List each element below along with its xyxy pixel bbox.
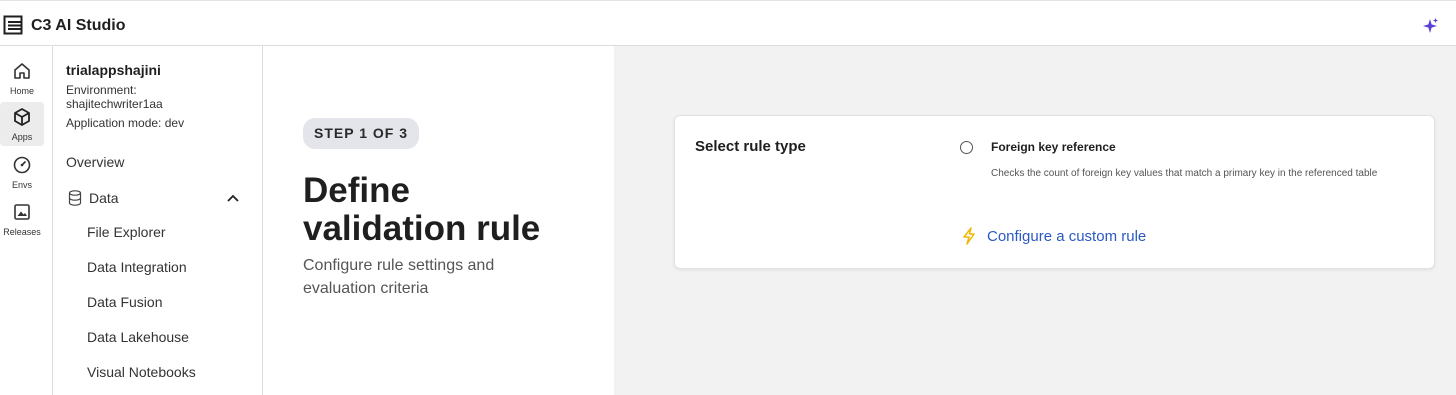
page-title: Define validation rule [303, 172, 603, 248]
configure-custom-rule-label: Configure a custom rule [987, 228, 1147, 245]
sidebar-section-data-label: Data [89, 190, 119, 206]
rail-label-apps: Apps [11, 132, 33, 142]
app-title: C3 AI Studio [31, 17, 126, 34]
icon-rail: Home Apps Envs Releases [0, 46, 53, 395]
top-bar: C3 AI Studio [0, 0, 1456, 46]
tenant-name: trialappshajini [66, 62, 161, 78]
environment-label: Environment: [66, 83, 137, 97]
app-sidebar: trialappshajini Environment: shajitechwr… [53, 46, 263, 395]
rail-item-releases[interactable]: Releases [0, 197, 44, 241]
rail-label-envs: Envs [11, 180, 32, 190]
lightning-icon [963, 227, 975, 245]
page-subtitle-line-1: Configure rule settings and [303, 257, 495, 274]
page-title-line-2: validation rule [303, 209, 541, 248]
sidebar-item-visual-notebooks[interactable]: Visual Notebooks [87, 364, 196, 380]
sidebar-item-data-integration[interactable]: Data Integration [87, 259, 187, 275]
foreign-key-radio[interactable] [960, 141, 973, 154]
foreign-key-option-title[interactable]: Foreign key reference [991, 140, 1116, 154]
application-mode: Application mode: dev [66, 116, 185, 130]
cube-icon [14, 108, 30, 126]
sparkle-icon[interactable] [1421, 17, 1439, 35]
wizard-intro: STEP 1 OF 3 Define validation rule Confi… [263, 46, 614, 395]
rail-item-apps[interactable]: Apps [0, 102, 44, 146]
sidebar-item-data-lakehouse[interactable]: Data Lakehouse [87, 329, 189, 345]
rule-type-title: Select rule type [695, 138, 806, 155]
database-icon [68, 190, 82, 206]
chevron-up-icon[interactable] [226, 192, 240, 204]
sidebar-item-file-explorer[interactable]: File Explorer [87, 224, 166, 240]
sidebar-item-overview[interactable]: Overview [66, 154, 124, 170]
sidebar-section-data[interactable]: Data [66, 189, 246, 209]
home-icon [14, 63, 30, 79]
foreign-key-option-description: Checks the count of foreign key values t… [991, 168, 1378, 179]
content-area: Select rule type Foreign key reference C… [614, 46, 1456, 395]
gauge-icon [13, 156, 31, 174]
rail-label-releases: Releases [3, 227, 41, 237]
sidebar-item-data-fusion[interactable]: Data Fusion [87, 294, 162, 310]
rule-type-card: Select rule type Foreign key reference C… [674, 115, 1435, 269]
page-title-line-1: Define [303, 171, 410, 210]
image-box-icon [14, 204, 30, 220]
step-badge: STEP 1 OF 3 [303, 118, 419, 149]
rail-label-home: Home [9, 86, 34, 96]
rail-item-home[interactable]: Home [0, 56, 44, 100]
rail-item-envs[interactable]: Envs [0, 150, 44, 194]
page-subtitle: Configure rule settings and evaluation c… [303, 254, 543, 300]
c3-logo-icon[interactable] [3, 15, 23, 35]
page-subtitle-line-2: evaluation criteria [303, 280, 429, 297]
environment-value: shajitechwriter1aa [66, 97, 163, 111]
